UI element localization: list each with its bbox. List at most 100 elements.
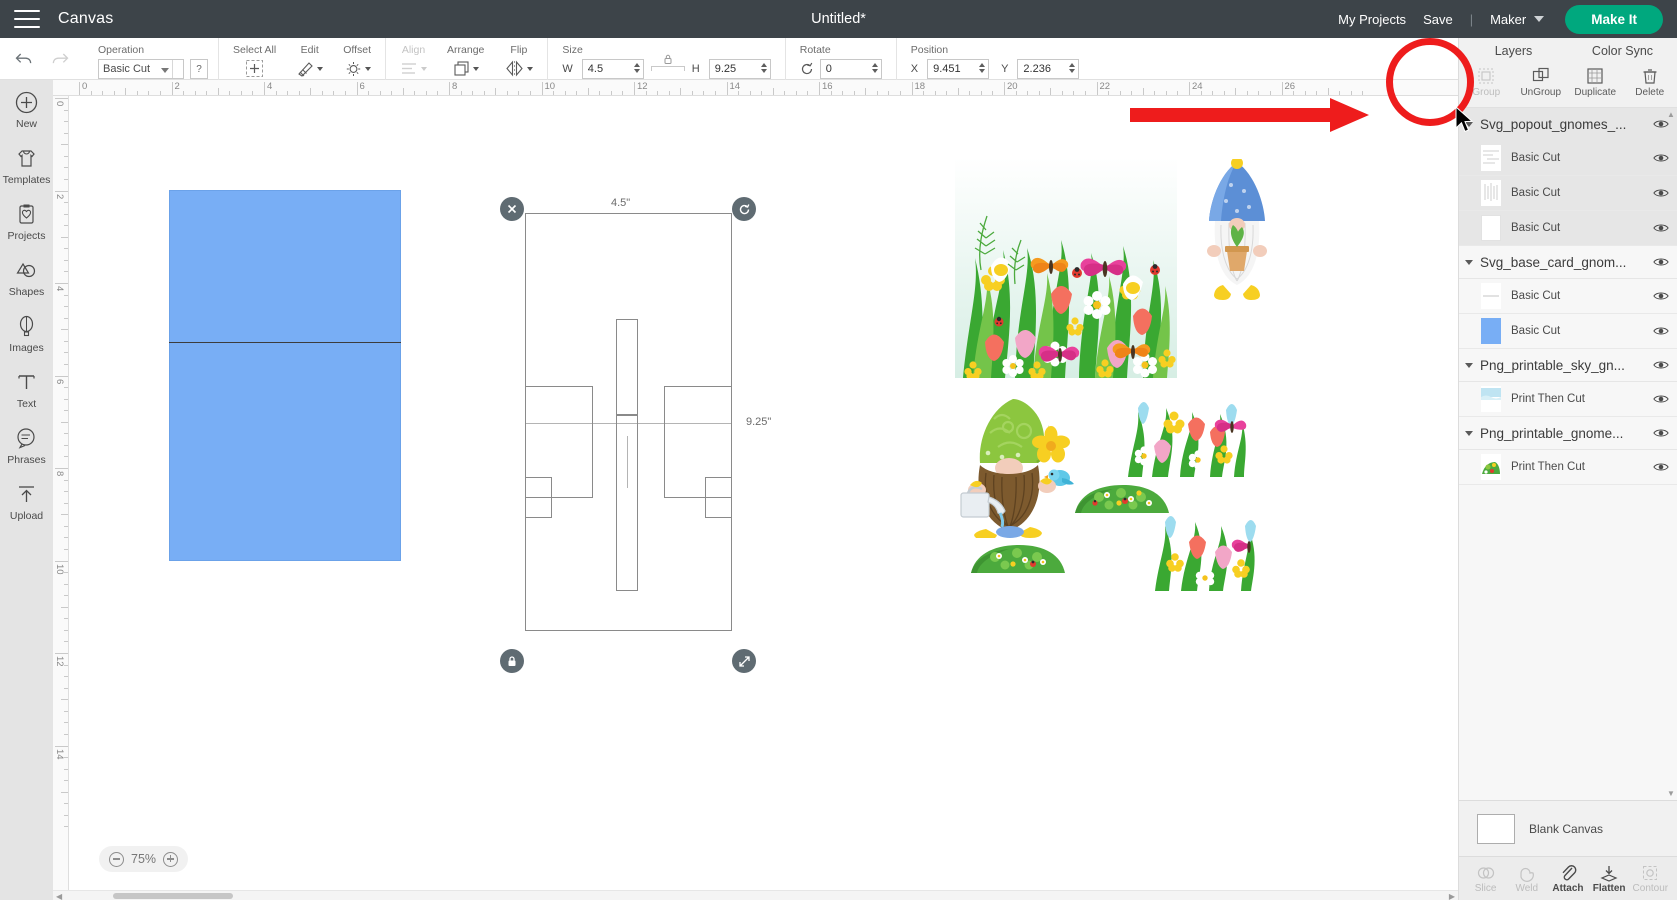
flip-button[interactable]: [504, 59, 533, 78]
sidebar-item-text[interactable]: Text: [0, 370, 53, 410]
machine-selector[interactable]: Maker: [1490, 12, 1544, 27]
offset-button[interactable]: [344, 59, 371, 78]
scroll-thumb[interactable]: [113, 893, 233, 899]
ruler-tick-minor: [426, 91, 427, 95]
slice-button[interactable]: Slice: [1466, 864, 1506, 894]
sidebar-item-templates[interactable]: Templates: [0, 146, 53, 186]
sidebar-item-phrases[interactable]: Phrases: [0, 426, 53, 466]
blue-gnome-artwork[interactable]: [1201, 159, 1274, 307]
scroll-left-arrow[interactable]: ◀: [56, 892, 62, 900]
width-field[interactable]: [582, 59, 644, 79]
base-card-shape[interactable]: [169, 190, 401, 561]
layer-item[interactable]: Print Then Cut: [1459, 382, 1677, 417]
save-button[interactable]: Save: [1423, 12, 1453, 27]
my-projects-link[interactable]: My Projects: [1338, 12, 1406, 27]
ungroup-button[interactable]: UnGroup: [1517, 67, 1565, 98]
chevron-down-icon[interactable]: [1465, 260, 1473, 265]
layer-group-header[interactable]: Png_printable_gnome...: [1459, 417, 1677, 450]
hot-air-balloon-icon: [14, 314, 39, 339]
duplicate-button[interactable]: Duplicate: [1571, 67, 1619, 98]
sidebar-item-images[interactable]: Images: [0, 314, 53, 354]
operation-select[interactable]: Basic Cut: [98, 59, 184, 79]
align-button[interactable]: [400, 59, 427, 78]
chevron-down-icon[interactable]: [1465, 363, 1473, 368]
horizontal-scrollbar[interactable]: ◀ ▶: [53, 890, 1458, 900]
ruler-tick-major: [1189, 82, 1190, 95]
chevron-down-icon[interactable]: [1465, 431, 1473, 436]
canvas-area[interactable]: 02468101214161820222426 02468101214: [53, 80, 1458, 900]
flower-patch-artwork-1[interactable]: [1124, 394, 1249, 477]
layer-item[interactable]: Basic Cut: [1459, 211, 1677, 246]
scroll-up-arrow[interactable]: ▲: [1667, 110, 1675, 119]
layer-group-header[interactable]: Svg_base_card_gnom...: [1459, 246, 1677, 279]
rotate-field[interactable]: [820, 59, 882, 79]
layer-item[interactable]: Basic Cut: [1459, 314, 1677, 349]
ruler-tick-minor: [437, 91, 438, 95]
ruler-tick-minor: [64, 688, 68, 689]
canvas-stage[interactable]: 4.5" 9.25": [69, 96, 1458, 900]
ruler-tick-minor: [1362, 91, 1363, 95]
sky-meadow-artwork[interactable]: [955, 158, 1177, 378]
rotate-selection-handle[interactable]: [732, 197, 756, 221]
canvas-color-swatch[interactable]: [1477, 814, 1515, 844]
sidebar-label: New: [16, 118, 37, 130]
panel-tabs: Layers Color Sync: [1459, 38, 1677, 64]
select-all-button[interactable]: [245, 59, 264, 78]
flower-patch-artwork-3[interactable]: [1154, 521, 1269, 611]
y-field[interactable]: [1017, 59, 1079, 79]
layer-item-label: Print Then Cut: [1511, 393, 1653, 405]
delete-selection-button[interactable]: [500, 197, 524, 221]
delete-button[interactable]: Delete: [1626, 67, 1674, 98]
tab-layers[interactable]: Layers: [1459, 44, 1568, 58]
layer-group-header[interactable]: Svg_popout_gnomes_...: [1459, 108, 1677, 141]
size-lock-toggle[interactable]: [651, 67, 685, 71]
layer-item[interactable]: Basic Cut: [1459, 176, 1677, 211]
hamburger-icon[interactable]: [14, 10, 40, 28]
operation-help-button[interactable]: ?: [190, 59, 208, 79]
zoom-out-icon[interactable]: [109, 852, 124, 867]
layer-group-header[interactable]: Png_printable_sky_gn...: [1459, 349, 1677, 382]
redo-arrow-icon[interactable]: [50, 50, 70, 68]
layers-scrollbar[interactable]: ▲ ▼: [1667, 110, 1675, 798]
green-gnome-artwork[interactable]: [956, 393, 1081, 538]
ruler-number: 2: [175, 81, 180, 92]
sidebar-item-upload[interactable]: Upload: [0, 482, 53, 522]
zoom-control[interactable]: 75%: [99, 846, 188, 872]
layers-list[interactable]: Svg_popout_gnomes_... Basic Cut: [1459, 108, 1677, 800]
tab-color-sync[interactable]: Color Sync: [1568, 44, 1677, 58]
sidebar-item-shapes[interactable]: Shapes: [0, 258, 53, 298]
grass-mound-artwork-2[interactable]: [969, 543, 1067, 575]
canvas-color-row[interactable]: Blank Canvas: [1459, 800, 1677, 856]
height-stepper[interactable]: [761, 63, 767, 73]
sidebar-item-new[interactable]: New: [0, 90, 53, 130]
ruler-tick-minor: [1039, 91, 1040, 95]
ruler-tick-minor: [64, 133, 68, 134]
height-field[interactable]: [709, 59, 771, 79]
zoom-in-icon[interactable]: [163, 852, 178, 867]
make-it-button[interactable]: Make It: [1565, 5, 1663, 34]
weld-button[interactable]: Weld: [1507, 864, 1547, 894]
y-stepper[interactable]: [1069, 63, 1075, 73]
scroll-down-arrow[interactable]: ▼: [1667, 789, 1675, 798]
flatten-button[interactable]: Flatten: [1589, 864, 1629, 894]
chevron-down-icon[interactable]: [1465, 122, 1473, 127]
contour-button[interactable]: Contour: [1630, 864, 1670, 894]
rotate-stepper[interactable]: [872, 63, 878, 73]
edit-button[interactable]: [296, 59, 323, 78]
attach-button[interactable]: Attach: [1548, 864, 1588, 894]
width-stepper[interactable]: [634, 63, 640, 73]
layer-item[interactable]: Print Then Cut: [1459, 450, 1677, 485]
resize-selection-handle[interactable]: [732, 649, 756, 673]
sidebar-item-projects[interactable]: Projects: [0, 202, 53, 242]
x-stepper[interactable]: [979, 63, 985, 73]
layer-item[interactable]: Basic Cut: [1459, 279, 1677, 314]
slice-label: Slice: [1475, 883, 1497, 894]
arrange-button[interactable]: [452, 59, 479, 78]
lock-selection-handle[interactable]: [500, 649, 524, 673]
layer-item[interactable]: Basic Cut: [1459, 141, 1677, 176]
x-field[interactable]: [927, 59, 989, 79]
group-button[interactable]: Group: [1462, 67, 1510, 98]
scroll-right-arrow[interactable]: ▶: [1449, 892, 1455, 900]
undo-arrow-icon[interactable]: [14, 50, 34, 68]
grass-mound-artwork-1[interactable]: [1073, 483, 1171, 515]
